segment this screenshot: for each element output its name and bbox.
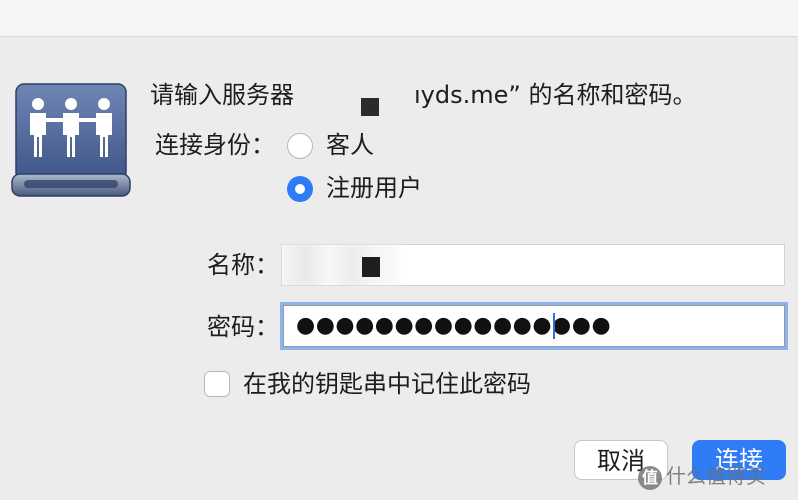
password-masked-value: ●●●●●●●●●●●●●●●● (296, 313, 612, 338)
connect-as-label: 连接身份： (155, 131, 275, 159)
name-label: 名称： (207, 251, 279, 279)
watermark-badge: 值 (638, 465, 662, 490)
radio-registered-user-label[interactable]: 注册用户 (326, 173, 422, 203)
text-caret (553, 313, 555, 339)
password-input[interactable]: ●●●●●●●●●●●●●●●● (283, 305, 785, 347)
remember-in-keychain-label[interactable]: 在我的钥匙串中记住此密码 (243, 369, 531, 399)
redaction-mark (361, 98, 379, 116)
radio-guest-label[interactable]: 客人 (326, 130, 374, 160)
radio-guest[interactable] (287, 133, 313, 159)
password-label: 密码： (207, 313, 279, 341)
name-redaction-mark (362, 257, 380, 277)
window-top-strip (0, 0, 798, 37)
prompt-text-prefix: 请输入服务器 (150, 81, 294, 109)
name-input[interactable] (281, 244, 785, 286)
shared-server-icon (11, 83, 131, 197)
watermark: 值什么值得买 (638, 456, 766, 496)
name-redaction-blur (282, 245, 400, 285)
watermark-text: 什么值得买 (666, 464, 766, 488)
prompt-text-suffix: ıyds.me” 的名称和密码。 (414, 81, 697, 109)
remember-in-keychain-checkbox[interactable] (204, 371, 230, 397)
radio-registered-user[interactable] (287, 176, 313, 202)
